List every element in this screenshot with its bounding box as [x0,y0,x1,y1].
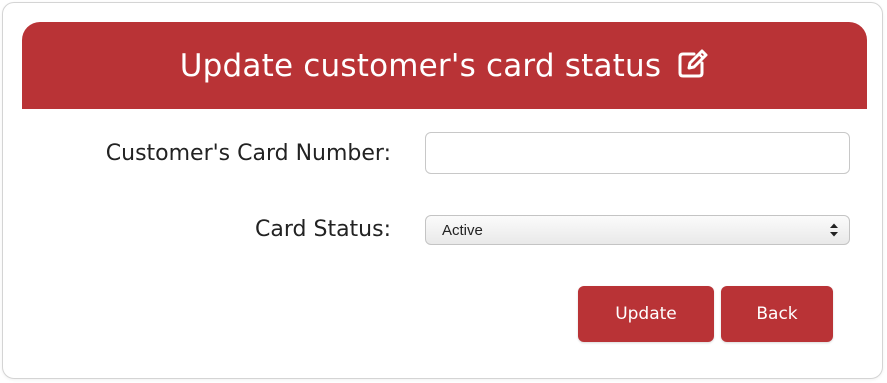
card-status-selected-value: Active [442,221,483,239]
edit-icon [675,47,709,81]
card-status-label: Card Status: [255,217,391,242]
page-title: Update customer's card status [179,47,662,84]
card-number-input[interactable] [425,132,850,174]
select-arrows-icon [829,222,839,238]
back-button[interactable]: Back [721,286,833,342]
panel-header: Update customer's card status [22,22,867,109]
update-button[interactable]: Update [578,286,714,342]
card-number-label: Customer's Card Number: [105,141,391,166]
card-status-select[interactable]: Active [425,215,850,245]
